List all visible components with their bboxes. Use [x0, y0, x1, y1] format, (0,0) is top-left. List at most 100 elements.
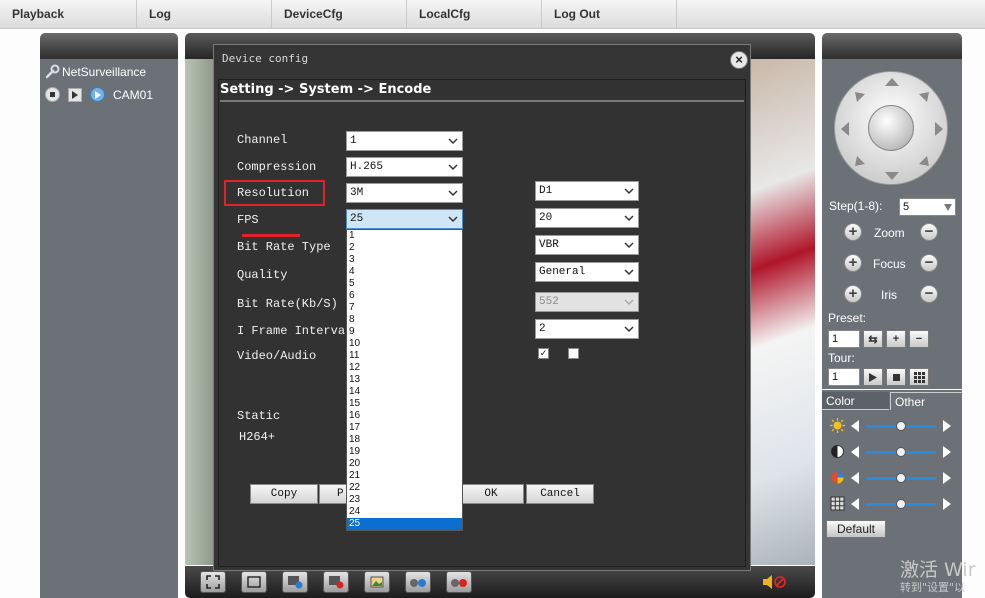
- mute-icon[interactable]: [761, 574, 787, 593]
- arrow-right-icon[interactable]: [942, 472, 952, 484]
- fps-option[interactable]: 17: [347, 422, 462, 434]
- stop-talk-icon[interactable]: [446, 571, 472, 593]
- extra-resolution-select[interactable]: D1: [535, 181, 639, 201]
- iris-out-button[interactable]: −: [920, 285, 938, 303]
- fps-option[interactable]: 6: [347, 290, 462, 302]
- focus-in-button[interactable]: +: [844, 254, 862, 272]
- resolution-select[interactable]: 3M: [346, 183, 463, 203]
- fps-option[interactable]: 20: [347, 458, 462, 470]
- ptz-center-button[interactable]: [868, 105, 914, 151]
- fps-option[interactable]: 1: [347, 230, 462, 242]
- compression-select[interactable]: H.265: [346, 157, 463, 177]
- fps-option[interactable]: 13: [347, 374, 462, 386]
- step-select[interactable]: 5: [899, 198, 956, 216]
- slider-knob[interactable]: [896, 499, 906, 509]
- camera-row[interactable]: CAM01: [45, 87, 153, 102]
- top-menu-bar: Playback Log DeviceCfg LocalCfg Log Out: [0, 0, 985, 29]
- fps-option[interactable]: 9: [347, 326, 462, 338]
- ok-button[interactable]: OK: [458, 484, 524, 504]
- arrow-right-icon[interactable]: [942, 446, 952, 458]
- menu-logout[interactable]: Log Out: [542, 0, 677, 28]
- fps-option[interactable]: 12: [347, 362, 462, 374]
- fps-option[interactable]: 14: [347, 386, 462, 398]
- fps-option[interactable]: 22: [347, 482, 462, 494]
- menu-devicecfg[interactable]: DeviceCfg: [272, 0, 407, 28]
- slider-knob[interactable]: [896, 447, 906, 457]
- record-play-icon[interactable]: [282, 571, 308, 593]
- extra-bitrate-value: 552: [539, 296, 559, 308]
- preset-input[interactable]: 1: [828, 330, 860, 348]
- tour-grid-icon[interactable]: [909, 368, 929, 386]
- preset-goto-icon[interactable]: ⇆: [863, 330, 883, 348]
- fps-option[interactable]: 4: [347, 266, 462, 278]
- fps-option[interactable]: 10: [347, 338, 462, 350]
- contrast-slider[interactable]: [828, 444, 956, 460]
- fps-option[interactable]: 11: [347, 350, 462, 362]
- ptz-direction-pad[interactable]: [834, 71, 948, 185]
- fps-option[interactable]: 7: [347, 302, 462, 314]
- fullscreen-icon[interactable]: [200, 571, 226, 593]
- menu-playback[interactable]: Playback: [0, 0, 137, 28]
- hue-slider[interactable]: [828, 496, 956, 512]
- arrow-left-icon[interactable]: [850, 472, 860, 484]
- arrow-left-icon[interactable]: [850, 498, 860, 510]
- extra-bitrate-select[interactable]: 552: [535, 292, 639, 312]
- channel-select[interactable]: 1: [346, 131, 463, 151]
- extra-video-checkbox[interactable]: ✓: [538, 348, 549, 359]
- breadcrumb-divider: [220, 100, 744, 102]
- fps-option[interactable]: 24: [347, 506, 462, 518]
- fps-option[interactable]: 8: [347, 314, 462, 326]
- tab-color[interactable]: Color: [822, 392, 889, 410]
- fps-option[interactable]: 3: [347, 254, 462, 266]
- arrow-left-icon[interactable]: [850, 420, 860, 432]
- fps-option[interactable]: 15: [347, 398, 462, 410]
- brightness-slider[interactable]: [828, 418, 956, 434]
- fps-option[interactable]: 5: [347, 278, 462, 290]
- tour-play-icon[interactable]: [863, 368, 883, 386]
- menu-localcfg[interactable]: LocalCfg: [407, 0, 542, 28]
- paste-button[interactable]: P: [319, 484, 349, 504]
- fps-option[interactable]: 16: [347, 410, 462, 422]
- window-icon[interactable]: [241, 571, 267, 593]
- extra-iframe-select[interactable]: 2: [535, 319, 639, 339]
- fps-option[interactable]: 18: [347, 434, 462, 446]
- close-icon[interactable]: ×: [730, 51, 748, 69]
- snapshot-icon[interactable]: [364, 571, 390, 593]
- zoom-in-button[interactable]: +: [844, 223, 862, 241]
- fps-option[interactable]: 21: [347, 470, 462, 482]
- arrow-right-icon[interactable]: [942, 498, 952, 510]
- arrow-right-icon[interactable]: [942, 420, 952, 432]
- live-camera-icon[interactable]: [90, 87, 105, 102]
- tour-input[interactable]: 1: [828, 368, 860, 386]
- arrow-left-icon[interactable]: [850, 446, 860, 458]
- cancel-button[interactable]: Cancel: [526, 484, 594, 504]
- tab-other[interactable]: Other: [890, 392, 962, 410]
- fps-option[interactable]: 23: [347, 494, 462, 506]
- record-icon[interactable]: [323, 571, 349, 593]
- extra-bitrate-type-select[interactable]: VBR: [535, 235, 639, 255]
- talk-icon[interactable]: [405, 571, 431, 593]
- extra-quality-select[interactable]: General: [535, 262, 639, 282]
- tree-root[interactable]: NetSurveillance: [44, 64, 146, 80]
- menu-log[interactable]: Log: [137, 0, 272, 28]
- focus-out-button[interactable]: −: [920, 254, 938, 272]
- copy-button[interactable]: Copy: [250, 484, 318, 504]
- tour-stop-icon[interactable]: [886, 368, 906, 386]
- saturation-slider[interactable]: [828, 470, 956, 486]
- zoom-out-button[interactable]: −: [920, 223, 938, 241]
- fps-option[interactable]: 25: [347, 518, 462, 530]
- preset-add-icon[interactable]: +: [886, 330, 906, 348]
- stop-icon[interactable]: [45, 87, 60, 102]
- default-button[interactable]: Default: [826, 520, 886, 538]
- extra-audio-checkbox[interactable]: [568, 348, 579, 359]
- fps-select[interactable]: 25: [346, 209, 463, 229]
- fps-option[interactable]: 2: [347, 242, 462, 254]
- fps-option[interactable]: 19: [347, 446, 462, 458]
- play-icon[interactable]: [68, 87, 82, 102]
- preset-remove-icon[interactable]: −: [909, 330, 929, 348]
- extra-fps-select[interactable]: 20: [535, 208, 639, 228]
- chevron-down-icon: [448, 138, 458, 145]
- iris-in-button[interactable]: +: [844, 285, 862, 303]
- slider-knob[interactable]: [896, 421, 906, 431]
- slider-knob[interactable]: [896, 473, 906, 483]
